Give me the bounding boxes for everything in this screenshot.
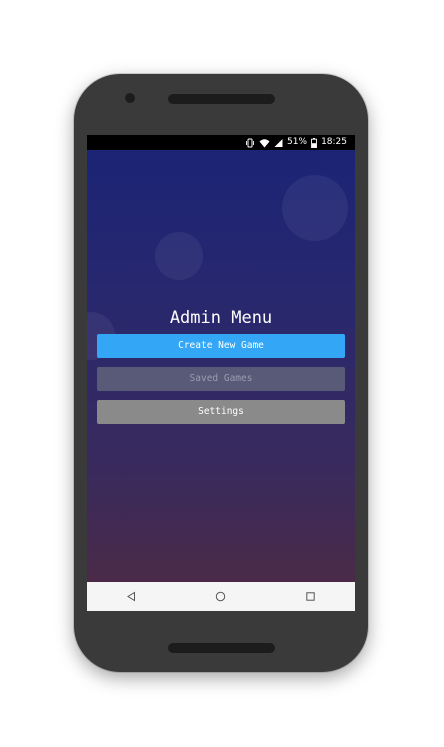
settings-button[interactable]: Settings bbox=[97, 400, 345, 424]
front-camera bbox=[125, 93, 135, 103]
back-icon bbox=[126, 587, 137, 606]
vibrate-icon bbox=[245, 138, 255, 148]
clock: 18:25 bbox=[321, 137, 347, 147]
decorative-bubble bbox=[282, 175, 348, 241]
decorative-bubble bbox=[155, 232, 203, 280]
home-icon bbox=[215, 587, 226, 606]
page-title: Admin Menu bbox=[169, 308, 273, 328]
recents-icon bbox=[305, 587, 316, 606]
create-new-game-button[interactable]: Create New Game bbox=[97, 334, 345, 358]
status-bar: 51% 18:25 bbox=[87, 135, 355, 150]
wifi-icon bbox=[259, 138, 270, 148]
top-speaker bbox=[168, 94, 275, 104]
app-content: Admin Menu Create New Game Saved Games S… bbox=[87, 150, 355, 582]
bottom-speaker bbox=[168, 643, 275, 653]
recents-button[interactable] bbox=[295, 582, 325, 611]
back-button[interactable] bbox=[117, 582, 147, 611]
phone-frame: 51% 18:25 Admin Menu Create New Game Sav… bbox=[74, 74, 368, 672]
signal-icon bbox=[274, 138, 283, 148]
screen: 51% 18:25 Admin Menu Create New Game Sav… bbox=[87, 135, 355, 611]
saved-games-button[interactable]: Saved Games bbox=[97, 367, 345, 391]
home-button[interactable] bbox=[206, 582, 236, 611]
battery-percent: 51% bbox=[287, 137, 308, 147]
battery-icon bbox=[311, 137, 318, 148]
navigation-bar bbox=[87, 582, 355, 611]
